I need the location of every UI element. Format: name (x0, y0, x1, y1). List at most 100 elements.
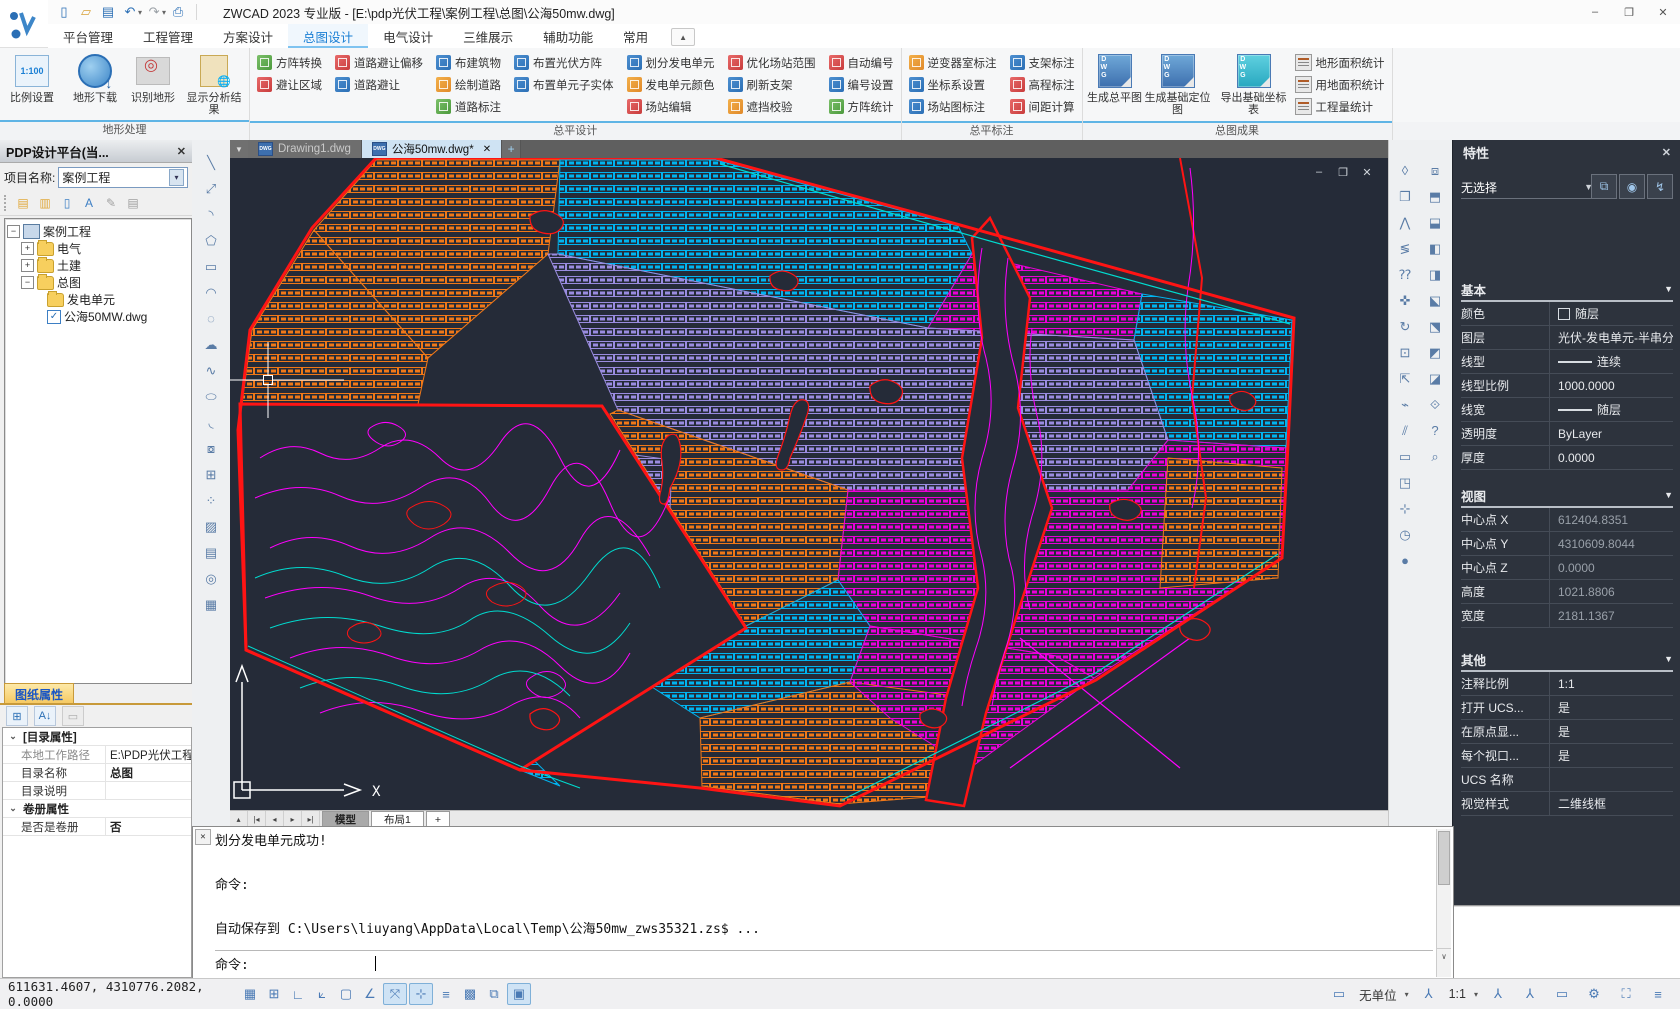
image-icon[interactable]: A (80, 195, 98, 212)
doc-tab-drawing1[interactable]: DWG Drawing1.dwg (248, 140, 362, 158)
dynamic-input-icon[interactable]: ⊹ (409, 983, 433, 1005)
show-analysis-result-button[interactable]: 显示分析结果 (183, 51, 245, 117)
grid-display-icon[interactable]: ▦ (239, 984, 261, 1004)
prop-row-color[interactable]: 颜色 随层 (1461, 302, 1673, 326)
prop-row-is-volume[interactable]: 是否是卷册 否 (3, 818, 191, 836)
ellipse-arc-tool-icon[interactable]: ◟ (199, 410, 223, 435)
mirror-tool-icon[interactable]: ⋀ (1393, 210, 1417, 235)
status-menu-icon[interactable]: ≡ (1647, 984, 1669, 1004)
toggle-pickadd-button[interactable]: ↯ (1647, 174, 1673, 199)
scale-tool-icon[interactable]: ⊡ (1393, 340, 1417, 365)
tab-project-mgmt[interactable]: 工程管理 (128, 24, 208, 48)
prop-row-center-z[interactable]: 中心点 Z 0.0000 (1461, 556, 1673, 580)
quick-select-button[interactable]: ⧉ (1591, 174, 1617, 199)
tree-node-project[interactable]: − 案例工程 (7, 223, 189, 240)
ortho-mode-icon[interactable]: ∟ (287, 984, 309, 1004)
snap-mode-icon[interactable]: ⊞ (263, 984, 285, 1004)
undo-dropdown-icon[interactable]: ▾ (138, 8, 142, 17)
circle-tool-icon[interactable]: ◌ (199, 306, 223, 331)
generate-site-plan-button[interactable]: 生成总平图 (1087, 51, 1143, 117)
scroll-down-icon[interactable]: ∨ (1437, 948, 1451, 963)
command-window[interactable]: ✕ 划分发电单元成功! 命令: 自动保存到 C:\Users\liuyang\A… (192, 826, 1454, 980)
object-snap-tracking-icon[interactable]: ∠ (359, 984, 381, 1004)
new-drawing-icon[interactable]: ▯ (58, 195, 76, 212)
folder-import-icon[interactable]: ▥ (36, 195, 54, 212)
table-tool-icon[interactable]: ▦ (199, 592, 223, 617)
view-top-icon[interactable]: ⬒ (1423, 184, 1447, 209)
tree-node-drawing[interactable]: ✓ 公海50MW.dwg (7, 308, 189, 325)
doc-tab-gonghai50mw[interactable]: DWG 公海50mw.dwg* ✕ (362, 140, 502, 158)
open-file-icon[interactable]: ▱ (76, 3, 96, 21)
terrain-recognize-button[interactable]: 识别地形 (125, 51, 181, 117)
next-layout-icon[interactable]: ▸ (284, 811, 302, 827)
polar-tracking-icon[interactable]: ⟀ (311, 984, 333, 1004)
tree-node-electrical[interactable]: + 电气 (7, 240, 189, 257)
tree-node-civil[interactable]: + 土建 (7, 257, 189, 274)
doc-tab-add-icon[interactable]: + (502, 140, 521, 158)
tree-node-general-plan[interactable]: − 总图 (7, 274, 189, 291)
prop-row-layer[interactable]: 图层 光伏-发电单元-半串分 (1461, 326, 1673, 350)
lineweight-display-icon[interactable]: ≡ (435, 984, 457, 1004)
erase-tool-icon[interactable]: ◊ (1393, 158, 1417, 183)
hatch-tool-icon[interactable]: ▨ (199, 514, 223, 539)
print-icon[interactable]: ⎙ (168, 3, 188, 21)
named-views-icon[interactable]: ⧈ (1423, 158, 1447, 183)
view-bottom-icon[interactable]: ⬓ (1423, 210, 1447, 235)
viewport-restore-icon[interactable]: ❐ (1336, 166, 1350, 179)
trim-tool-icon[interactable]: ⌁ (1393, 392, 1417, 417)
offset-tool-icon[interactable]: ≶ (1393, 236, 1417, 261)
donut-tool-icon[interactable]: ◎ (199, 566, 223, 591)
close-button[interactable]: ✕ (1646, 1, 1680, 24)
prop-row-visual-style[interactable]: 视觉样式 二维线框 (1461, 792, 1673, 816)
view-back-icon[interactable]: ⬔ (1423, 314, 1447, 339)
viewport-close-icon[interactable]: ✕ (1360, 166, 1374, 179)
maximize-button[interactable]: ❐ (1612, 1, 1646, 24)
save-icon[interactable]: ▤ (98, 3, 118, 21)
minimize-button[interactable]: – (1578, 1, 1612, 24)
prop-row-local-path[interactable]: 本地工作路径 E:\PDP光伏工程\ (3, 746, 191, 764)
help-icon[interactable]: ? (1423, 418, 1447, 443)
prop-row-directory-name[interactable]: 目录名称 总图 (3, 764, 191, 782)
shading-check-button[interactable]: 遮挡校验 (728, 96, 816, 117)
explode-tool-icon[interactable]: ● (1393, 548, 1417, 573)
tab-platform-mgmt[interactable]: 平台管理 (48, 24, 128, 48)
section-basic[interactable]: 基本 ▼ (1461, 278, 1673, 302)
place-building-button[interactable]: 布建筑物 (436, 52, 501, 73)
generate-foundation-layout-button[interactable]: 生成基础定位图 (1145, 51, 1211, 117)
chevron-down-icon[interactable]: ▾ (1405, 990, 1409, 999)
categorize-icon[interactable]: ⊞ (6, 706, 28, 726)
workspace-switch-icon[interactable]: ▭ (1551, 984, 1573, 1004)
selection-filter-select[interactable]: 无选择 ▼ (1461, 176, 1593, 199)
place-unit-subentity-button[interactable]: 布置单元子实体 (514, 74, 614, 95)
elevation-label-button[interactable]: 高程标注 (1010, 74, 1075, 95)
prop-row-lineweight[interactable]: 线宽 随层 (1461, 398, 1673, 422)
auto-scale-icon[interactable]: ⅄ (1519, 984, 1541, 1004)
object-snap-icon[interactable]: ▢ (335, 984, 357, 1004)
checkbox-checked-icon[interactable]: ✓ (47, 310, 61, 324)
scale-settings-button[interactable]: 1:100 比例设置 (4, 51, 60, 117)
tab-electrical-design[interactable]: 电气设计 (368, 24, 448, 48)
prop-row-ucs-at-origin[interactable]: 在原点显... 是 (1461, 720, 1673, 744)
tab-layout1[interactable]: 布局1 (371, 811, 424, 827)
polyline-tool-icon[interactable]: ◝ (199, 202, 223, 227)
view-sw-iso-icon[interactable]: ◩ (1423, 340, 1447, 365)
spacing-calc-button[interactable]: 间距计算 (1010, 96, 1075, 117)
xline-tool-icon[interactable]: ⤢ (199, 176, 223, 201)
prop-row-transparency[interactable]: 透明度 ByLayer (1461, 422, 1673, 446)
add-layout-button[interactable]: + (426, 811, 450, 827)
prop-row-annotation-scale[interactable]: 注释比例 1:1 (1461, 672, 1673, 696)
chamfer-tool-icon[interactable]: ⊹ (1393, 496, 1417, 521)
annotation-scale-value[interactable]: 1:1 (1449, 987, 1466, 1001)
optimize-station-range-button[interactable]: 优化场站范围 (728, 52, 816, 73)
zoom-previous-icon[interactable]: ⌕ (1423, 444, 1447, 469)
app-logo[interactable] (0, 0, 49, 48)
doc-tab-menu-icon[interactable]: ▼ (230, 140, 248, 158)
terrain-area-stats-button[interactable]: 地形面积统计 (1295, 52, 1385, 73)
settings-gear-icon[interactable]: ⚙ (1583, 984, 1605, 1004)
chevron-down-icon[interactable]: ▾ (1474, 990, 1478, 999)
prev-layout-icon[interactable]: ◂ (266, 811, 284, 827)
units-value[interactable]: 无单位 (1359, 985, 1397, 1004)
power-unit-color-button[interactable]: 发电单元颜色 (627, 74, 715, 95)
prop-row-ucs-icon-on[interactable]: 打开 UCS... 是 (1461, 696, 1673, 720)
select-objects-button[interactable]: ◉ (1619, 174, 1645, 199)
